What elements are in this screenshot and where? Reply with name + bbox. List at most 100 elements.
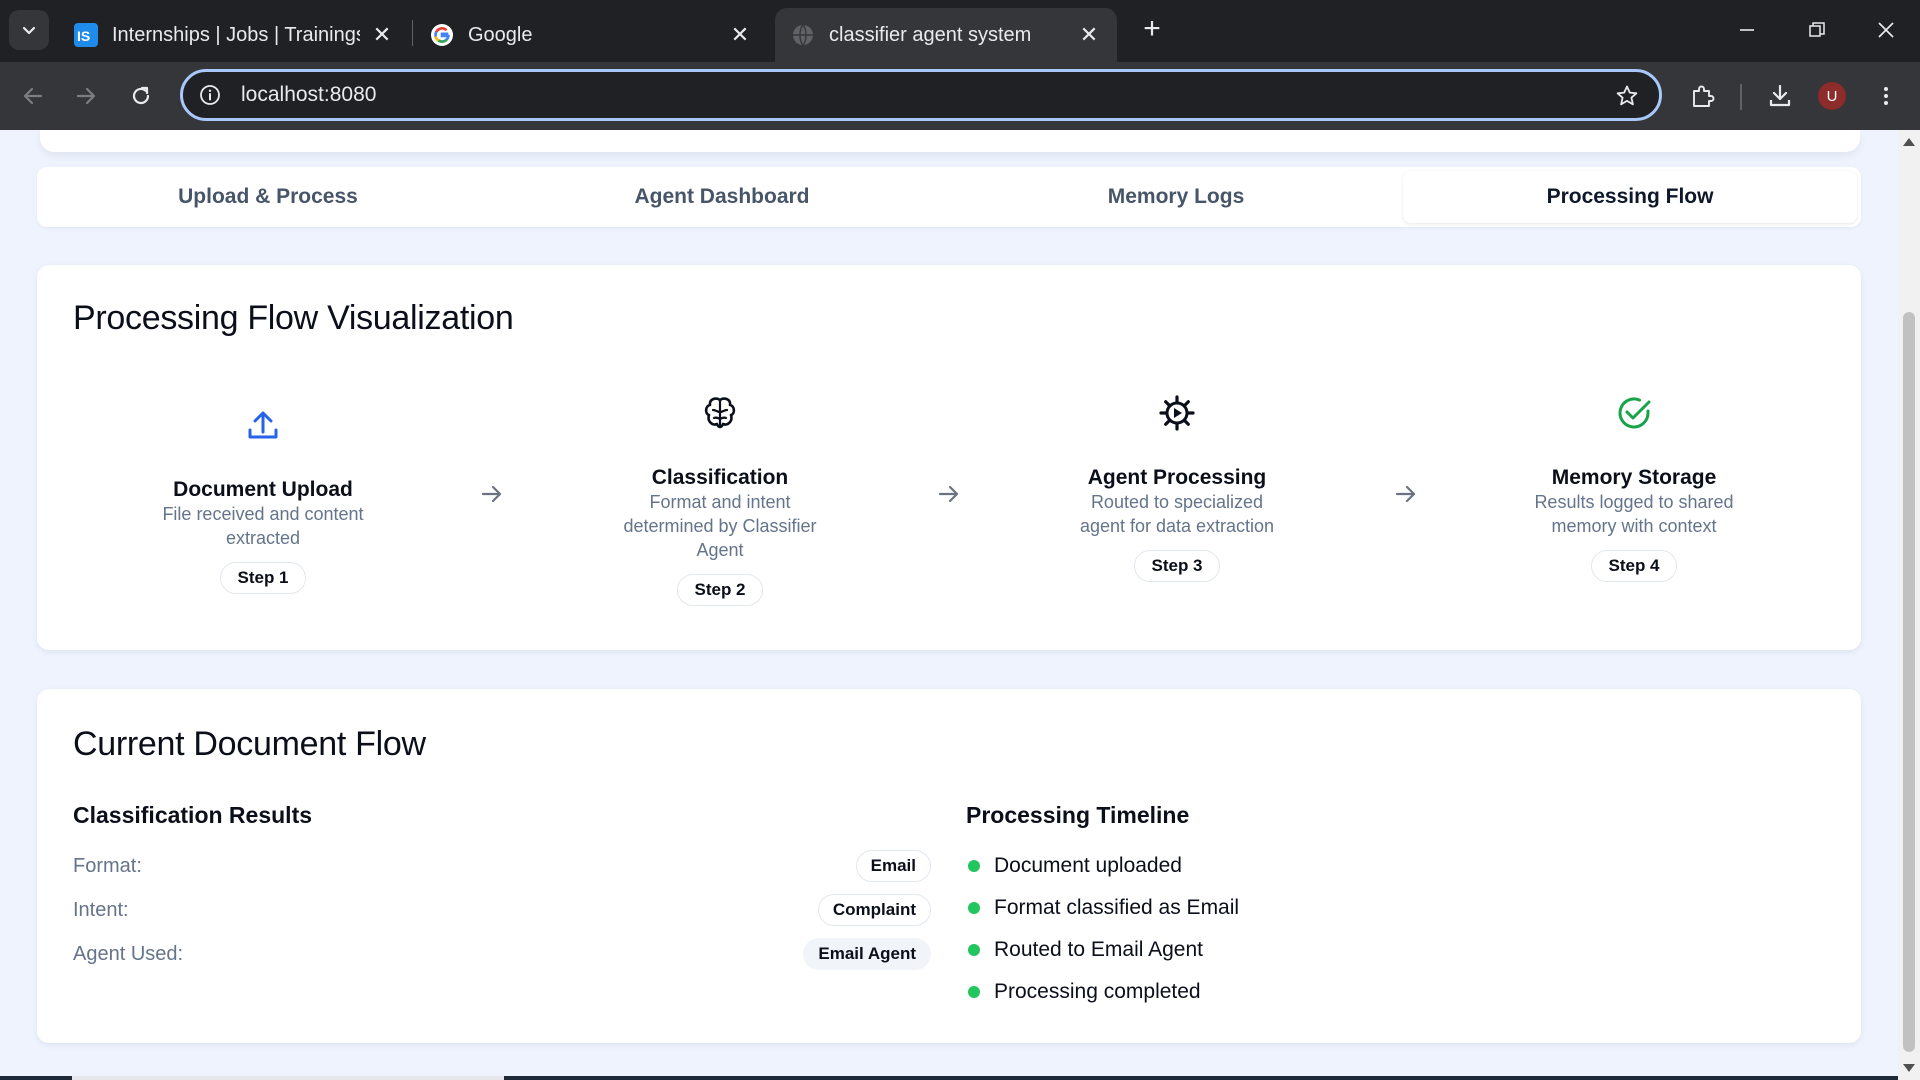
classification-row-agent: Agent Used: Email Agent (73, 937, 931, 971)
new-tab-button[interactable]: + (1137, 14, 1167, 44)
header-card-bottom (40, 130, 1860, 152)
browser-tab-classifier[interactable]: classifier agent system ✕ (775, 8, 1117, 62)
browser-tab-bar: IS Internships | Jobs | Trainings & I ✕ … (0, 0, 1920, 62)
forward-button[interactable] (66, 76, 106, 116)
reload-button[interactable] (121, 76, 161, 116)
timeline-item-text: Document uploaded (994, 854, 1182, 877)
browser-tab-title: classifier agent system (829, 23, 1032, 46)
flow-step-agent-processing: Agent Processing Routed to specialized a… (1047, 393, 1307, 582)
check-circle-icon (1618, 397, 1651, 429)
flow-step-upload: Document Upload File received and conten… (133, 405, 393, 594)
tab-processing-flow[interactable]: Processing Flow (1403, 171, 1857, 223)
address-bar[interactable]: localhost:8080 (180, 69, 1662, 121)
card-title: Processing Flow Visualization (73, 299, 514, 337)
globe-icon (793, 24, 813, 46)
profile-avatar[interactable]: U (1818, 82, 1846, 110)
tab-search-button[interactable] (9, 10, 49, 50)
google-icon (431, 24, 453, 46)
step-description: Format and intent determined by Classifi… (623, 492, 817, 560)
timeline-item: Document uploaded (966, 851, 1182, 881)
back-button[interactable] (13, 76, 53, 116)
classification-results-title: Classification Results (73, 802, 313, 828)
row-label: Format: (73, 854, 142, 877)
restore-icon (1809, 22, 1825, 37)
card-title: Current Document Flow (73, 725, 426, 763)
svg-text:IS: IS (77, 28, 90, 44)
puzzle-icon (1693, 85, 1715, 107)
arrow-right-icon (481, 485, 502, 503)
step-description: File received and content extracted (162, 504, 364, 548)
restore-button[interactable] (1797, 10, 1837, 50)
agent-badge: Email Agent (803, 938, 931, 970)
tab-divider (412, 20, 413, 46)
back-arrow-icon (23, 87, 43, 105)
classification-row-format: Format: Email (73, 849, 931, 883)
download-icon (1769, 84, 1791, 107)
arrow-right-icon (938, 485, 959, 503)
scroll-up-arrow-icon[interactable] (1903, 138, 1915, 146)
flow-step-memory-storage: Memory Storage Results logged to shared … (1504, 393, 1764, 582)
browser-toolbar: localhost:8080 U (0, 62, 1920, 130)
browser-tab-google[interactable]: Google ✕ (414, 8, 768, 62)
timeline-item-text: Format classified as Email (994, 896, 1240, 919)
step-description: Routed to specialized agent for data ext… (1079, 492, 1275, 536)
close-tab-icon[interactable]: ✕ (1077, 22, 1101, 47)
scrollbar-thumb[interactable] (1903, 312, 1915, 1052)
minimize-button[interactable] (1727, 10, 1767, 50)
forward-arrow-icon (76, 87, 96, 105)
status-dot (968, 860, 980, 872)
status-dot (968, 944, 980, 956)
reload-icon (132, 86, 150, 105)
processing-timeline-title: Processing Timeline (966, 802, 1190, 828)
more-vert-icon (1884, 87, 1888, 105)
flow-step-classification: Classification Format and intent determi… (590, 393, 850, 606)
scroll-down-arrow-icon[interactable] (1903, 1064, 1915, 1072)
status-dot (968, 902, 980, 914)
close-icon (1878, 22, 1894, 38)
internshala-icon: IS (74, 23, 98, 47)
arrow-right-icon (1395, 485, 1416, 503)
timeline-item: Processing completed (966, 977, 1201, 1007)
format-badge: Email (855, 850, 931, 882)
browser-tab-title: Google (468, 23, 533, 46)
site-info-icon[interactable] (199, 84, 221, 106)
bottom-edge-highlight (72, 1076, 504, 1080)
step-badge: Step 4 (1591, 550, 1677, 582)
timeline-item: Routed to Email Agent (966, 935, 1203, 965)
downloads-button[interactable] (1760, 76, 1800, 116)
timeline-item-text: Routed to Email Agent (994, 938, 1203, 961)
step-name: Classification (651, 466, 789, 489)
tab-agent-dashboard[interactable]: Agent Dashboard (495, 171, 949, 223)
app-tabs: Upload & Process Agent Dashboard Memory … (37, 167, 1861, 227)
tab-upload-process[interactable]: Upload & Process (41, 171, 495, 223)
chevron-down-icon (22, 26, 36, 35)
step-name: Agent Processing (1087, 466, 1267, 489)
close-tab-icon[interactable]: ✕ (370, 22, 394, 47)
brain-icon (704, 397, 736, 429)
intent-badge: Complaint (817, 894, 931, 926)
step-name: Memory Storage (1551, 466, 1717, 489)
page-scrollbar[interactable] (1898, 130, 1920, 1080)
tab-memory-logs[interactable]: Memory Logs (949, 171, 1403, 223)
step-badge: Step 3 (1134, 550, 1220, 582)
extensions-button[interactable] (1683, 76, 1723, 116)
browser-tab-internships[interactable]: IS Internships | Jobs | Trainings & I ✕ (58, 8, 410, 62)
window-bottom-edge (0, 1076, 1898, 1080)
gear-icon (1159, 395, 1195, 431)
browser-tab-title: Internships | Jobs | Trainings & I (112, 23, 360, 46)
step-name: Document Upload (173, 478, 353, 501)
url-text[interactable]: localhost:8080 (241, 83, 376, 107)
timeline-item: Format classified as Email (966, 893, 1239, 923)
minimize-icon (1740, 29, 1754, 31)
classification-row-intent: Intent: Complaint (73, 893, 931, 927)
row-label: Intent: (73, 898, 129, 921)
bookmark-star-icon[interactable] (1615, 84, 1639, 108)
step-badge: Step 2 (677, 574, 763, 606)
upload-icon (248, 411, 278, 439)
browser-menu-button[interactable] (1866, 76, 1906, 116)
status-dot (968, 986, 980, 998)
close-tab-icon[interactable]: ✕ (728, 22, 752, 47)
close-window-button[interactable] (1866, 10, 1906, 50)
timeline-item-text: Processing completed (994, 980, 1201, 1003)
toolbar-divider (1740, 84, 1742, 110)
